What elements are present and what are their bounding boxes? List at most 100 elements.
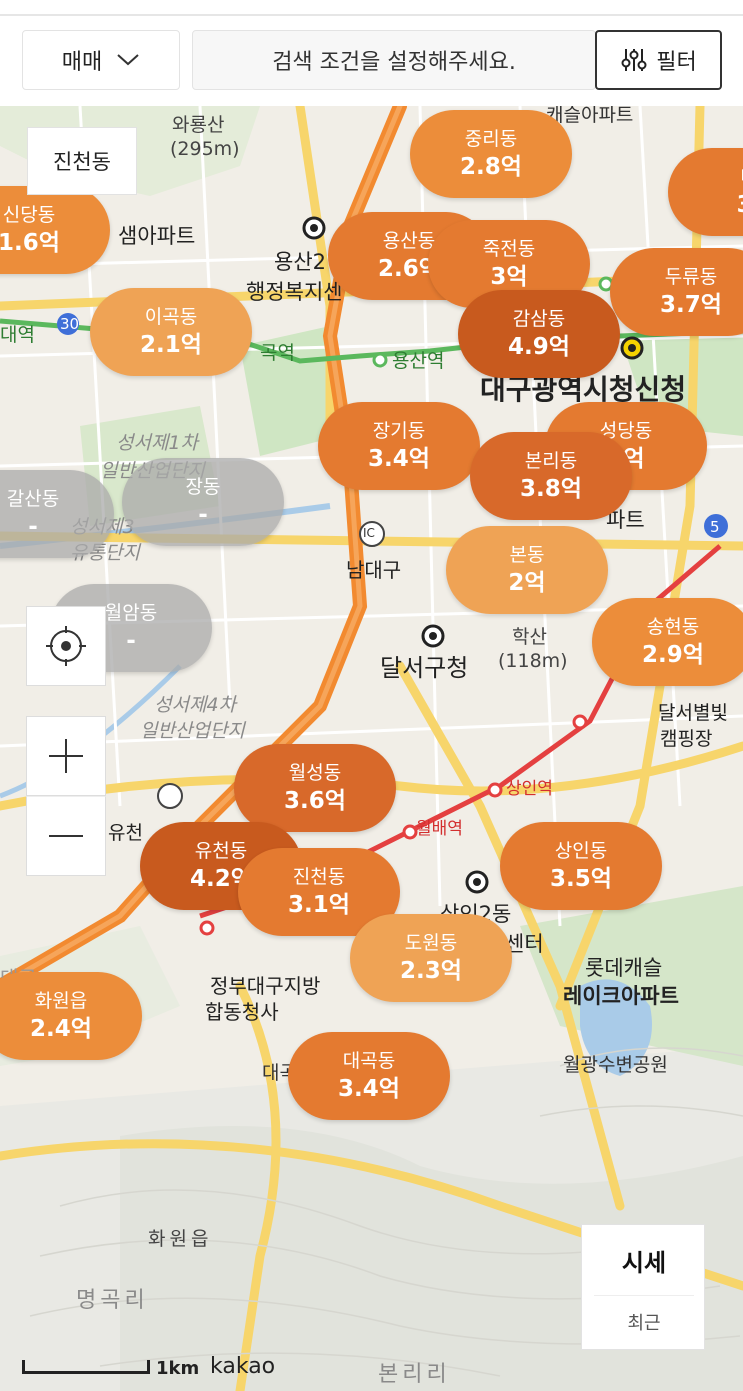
map-label: IC	[363, 526, 375, 540]
map-label: 용산2	[274, 250, 327, 274]
price-bubble-sindang[interactable]: 신당동 1.6억	[0, 186, 110, 274]
price-bubble-duryu[interactable]: 두류동 3.7억	[610, 248, 743, 336]
bubble-price: 2.8억	[460, 154, 522, 180]
bubble-price: 2.4억	[30, 1016, 92, 1042]
search-placeholder: 검색 조건을 설정해주세요.	[272, 50, 516, 75]
price-bubble-bon[interactable]: 본동 2억	[446, 526, 608, 614]
bubble-dong-name: 송현동	[646, 616, 700, 638]
chevron-down-icon	[117, 54, 139, 66]
map-label: 곡역	[260, 342, 295, 364]
bubble-dong-name: 진천동	[292, 866, 346, 888]
search-condition-input[interactable]: 검색 조건을 설정해주세요.	[192, 30, 596, 90]
price-mode-card[interactable]: 시세 최근	[581, 1224, 705, 1350]
bubble-dong-name: 두류동	[664, 266, 718, 288]
map-label: 월광수변공원	[563, 1054, 668, 1076]
bubble-dong-name: 본동	[509, 544, 545, 566]
map-label: 행정복지센	[246, 280, 343, 304]
bubble-dong-name: 장기동	[372, 420, 426, 442]
crosshair-icon	[46, 626, 86, 666]
bubble-price: 3.7억	[660, 292, 722, 318]
price-mode-title: 시세	[621, 1249, 667, 1277]
bubble-price: 3.4억	[338, 1076, 400, 1102]
bubble-dong-name: 갈산동	[6, 488, 60, 510]
map-label: 일반산업단지	[140, 720, 245, 742]
bubble-dong-name: 상인동	[554, 840, 608, 862]
bubble-dong-name: 화원읍	[34, 990, 88, 1012]
map-label: 본리리	[378, 1362, 451, 1387]
region-name: 진천동	[53, 150, 111, 174]
my-location-button[interactable]	[26, 606, 106, 686]
search-toolbar: 매매 검색 조건을 설정해주세요. 필터	[0, 0, 743, 106]
bubble-dong-name: 이곡동	[144, 306, 198, 328]
price-mode-subtitle: 최근	[627, 1313, 661, 1334]
trade-type-select[interactable]: 매매	[22, 30, 180, 90]
map-label: 학산	[512, 626, 547, 648]
map-label: 화원읍	[148, 1228, 213, 1250]
map-label: 캠핑장	[660, 728, 713, 750]
zoom-in-button[interactable]	[26, 716, 106, 796]
map-label: (295m)	[170, 138, 240, 160]
price-bubble-dowon[interactable]: 도원동 2.3억	[350, 914, 512, 1002]
bubble-price: -	[198, 502, 208, 528]
price-bubble-igok[interactable]: 이곡동 2.1억	[90, 288, 252, 376]
map-label: 성서제4차	[154, 694, 237, 716]
divider	[0, 14, 743, 16]
price-bubble-daegok[interactable]: 대곡동 3.4억	[288, 1032, 450, 1120]
bubble-dong-name: 죽전동	[482, 238, 536, 260]
current-region-label[interactable]: 진천동	[27, 127, 137, 195]
bubble-price: 3.4억	[368, 446, 430, 472]
map-label: 샘아파트	[118, 224, 196, 248]
filter-button[interactable]: 필터	[595, 30, 722, 90]
map-label: 정부대구지방	[210, 974, 321, 998]
map-label: 월배역	[416, 819, 463, 839]
map-scale-bar	[22, 1360, 150, 1374]
zoom-out-button[interactable]	[26, 796, 106, 876]
bubble-dong-name: 신당동	[2, 204, 56, 226]
bubble-price: 3.1억	[288, 892, 350, 918]
map-label: 달서구청	[380, 654, 469, 682]
price-bubble-bonri[interactable]: 본리동 3.8억	[470, 432, 632, 520]
price-bubble-sangin[interactable]: 상인동 3.5억	[500, 822, 662, 910]
map-label: 합동청사	[205, 1000, 279, 1024]
bubble-price: 2.9억	[642, 642, 704, 668]
map-label: 30	[60, 315, 80, 333]
bubble-price: 4.9억	[508, 334, 570, 360]
filter-label: 필터	[656, 50, 697, 75]
bubble-price: 2.3억	[400, 958, 462, 984]
map-label: 상인역	[506, 779, 553, 799]
price-bubble-gamsam[interactable]: 감삼동 4.9억	[458, 290, 620, 378]
bubble-price: 3.5억	[550, 866, 612, 892]
bubble-dong-name: 유천동	[194, 840, 248, 862]
price-bubble-galsan[interactable]: 갈산동 -	[0, 470, 114, 558]
price-bubble-songhyeon[interactable]: 송현동 2.9억	[592, 598, 743, 686]
bubble-dong-name: 본리동	[524, 450, 578, 472]
map-label: 남대구	[346, 558, 402, 582]
map-label: 유천	[108, 822, 143, 844]
bubble-price: 3.6억	[284, 788, 346, 814]
bubble-price: 3.8억	[520, 476, 582, 502]
bubble-dong-name: 용산동	[382, 230, 436, 252]
map-label: 롯데캐슬	[585, 956, 663, 980]
bubble-price: 1.6억	[0, 230, 60, 256]
bubble-price: 3.	[737, 190, 743, 220]
bubble-dong-name: 장동	[185, 476, 221, 498]
map-label: 달서별빛	[658, 702, 728, 724]
kakao-logo: kakao	[210, 1354, 276, 1379]
plus-icon	[49, 739, 83, 773]
bubble-price: 2억	[508, 570, 546, 596]
bubble-price: -	[126, 628, 136, 654]
map-label: 대역	[0, 324, 35, 346]
divider	[594, 1295, 694, 1296]
price-bubble-jungri[interactable]: 중리동 2.8억	[410, 110, 572, 198]
map-label: 명곡리	[76, 1288, 149, 1313]
map-scale-label: 1km	[156, 1358, 200, 1379]
price-bubble-hwawon[interactable]: 화원읍 2.4억	[0, 972, 142, 1060]
bubble-dong-name: 대곡동	[342, 1050, 396, 1072]
price-bubble-jang[interactable]: 장동 -	[122, 458, 284, 546]
price-bubble-janggi[interactable]: 장기동 3.4억	[318, 402, 480, 490]
sliders-icon	[621, 49, 647, 71]
map-label: 성서제1차	[116, 432, 199, 454]
bubble-dong-name: 중리동	[464, 128, 518, 150]
price-bubble-wolseong[interactable]: 월성동 3.6억	[234, 744, 396, 832]
bubble-dong-name: 도원동	[404, 932, 458, 954]
